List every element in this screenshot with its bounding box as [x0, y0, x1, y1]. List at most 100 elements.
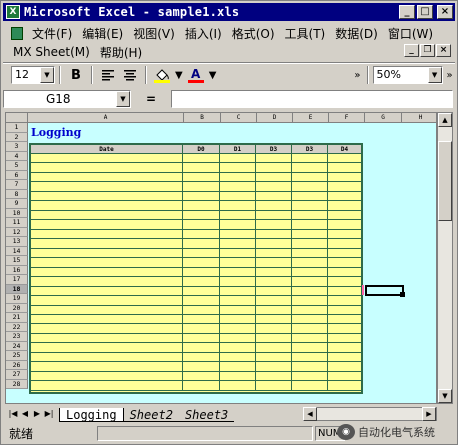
font-color-button[interactable]: A [185, 65, 207, 85]
table-cell[interactable] [220, 191, 256, 201]
table-cell[interactable] [328, 173, 361, 181]
table-cell[interactable] [328, 201, 361, 209]
column-header[interactable]: B [184, 113, 221, 123]
scroll-left-button[interactable]: ◀ [303, 407, 317, 421]
table-cell[interactable] [256, 362, 292, 371]
table-cell[interactable] [292, 229, 328, 239]
name-box[interactable]: G18 ▼ [3, 90, 131, 108]
table-cell[interactable] [220, 258, 256, 267]
table-cell[interactable] [220, 248, 256, 258]
table-cell[interactable] [256, 371, 292, 381]
prev-sheet-button[interactable]: ◀ [19, 407, 31, 421]
chevron-down-icon[interactable]: ▼ [427, 67, 442, 83]
zoom-select[interactable]: 50% ▼ [372, 66, 443, 84]
table-cell[interactable] [292, 314, 328, 324]
table-cell[interactable] [183, 229, 220, 239]
table-cell[interactable] [183, 172, 220, 182]
menu-data[interactable]: 数据(D) [330, 25, 383, 42]
table-cell[interactable] [183, 277, 220, 286]
table-cell[interactable] [183, 352, 220, 362]
menu-insert[interactable]: 插入(I) [180, 25, 227, 42]
table-cell[interactable] [31, 220, 183, 229]
chevron-down-icon[interactable]: ▼ [40, 67, 54, 83]
table-cell[interactable] [220, 343, 256, 352]
table-cell[interactable] [220, 201, 256, 210]
table-cell[interactable] [31, 201, 183, 210]
table-cell[interactable] [183, 286, 220, 296]
table-cell[interactable] [220, 210, 256, 220]
table-cell[interactable] [328, 306, 361, 314]
table-cell[interactable] [220, 220, 256, 229]
table-cell[interactable] [292, 371, 328, 381]
menu-tools[interactable]: 工具(T) [280, 25, 331, 42]
table-cell[interactable] [31, 296, 183, 305]
row-header[interactable]: 8 [6, 189, 28, 199]
tab-sheet3[interactable]: Sheet3 [178, 408, 235, 422]
column-header[interactable]: F [329, 113, 365, 123]
row-header[interactable]: 19 [6, 294, 28, 304]
table-cell[interactable] [183, 314, 220, 324]
table-cell[interactable] [292, 296, 328, 305]
table-cell[interactable] [183, 154, 220, 163]
table-cell[interactable] [220, 182, 256, 191]
table-cell[interactable] [31, 210, 183, 220]
table-cell[interactable] [328, 220, 361, 228]
table-cell[interactable] [220, 305, 256, 314]
table-cell[interactable] [31, 229, 183, 239]
table-cell[interactable] [31, 305, 183, 314]
title-bar[interactable]: X Microsoft Excel - sample1.xls _ □ × [3, 3, 455, 21]
table-cell[interactable] [328, 211, 361, 219]
chevron-down-icon[interactable]: ▼ [175, 70, 183, 81]
table-cell[interactable] [292, 333, 328, 343]
table-cell[interactable] [183, 267, 220, 277]
table-cell[interactable] [256, 352, 292, 362]
table-cell[interactable] [31, 191, 183, 201]
table-cell[interactable] [31, 277, 183, 286]
row-header[interactable]: 10 [6, 208, 28, 218]
row-header[interactable]: 7 [6, 180, 28, 190]
table-cell[interactable] [31, 362, 183, 371]
table-cell[interactable] [256, 239, 292, 248]
table-cell[interactable] [256, 258, 292, 267]
table-cell[interactable] [31, 258, 183, 267]
menu-mx-sheet[interactable]: MX Sheet(M) [3, 45, 95, 59]
table-cell[interactable] [256, 343, 292, 352]
table-cell[interactable] [220, 239, 256, 248]
row-header[interactable]: 11 [6, 218, 28, 228]
workbook-icon[interactable] [11, 26, 23, 40]
table-cell[interactable] [292, 191, 328, 201]
table-header-cell[interactable]: D4 [328, 145, 361, 153]
next-sheet-button[interactable]: ▶ [31, 407, 43, 421]
table-cell[interactable] [328, 287, 361, 295]
toolbar-overflow-icon[interactable]: » [354, 70, 360, 81]
row-header[interactable]: 24 [6, 341, 28, 351]
table-cell[interactable] [328, 163, 361, 171]
table-cell[interactable] [256, 220, 292, 229]
table-cell[interactable] [183, 305, 220, 314]
table-cell[interactable] [292, 258, 328, 267]
bold-button[interactable]: B [65, 65, 87, 85]
table-header-cell[interactable]: D3 [292, 145, 328, 153]
table-header-cell[interactable]: D1 [220, 145, 256, 153]
scroll-up-button[interactable]: ▲ [438, 113, 452, 127]
table-cell[interactable] [292, 324, 328, 333]
table-cell[interactable] [183, 248, 220, 258]
table-cell[interactable] [256, 191, 292, 201]
table-cell[interactable] [292, 277, 328, 286]
row-header[interactable]: 22 [6, 322, 28, 332]
table-cell[interactable] [292, 239, 328, 248]
table-cell[interactable] [328, 296, 361, 304]
table-cell[interactable] [292, 286, 328, 296]
last-sheet-button[interactable]: ▶| [43, 407, 55, 421]
table-cell[interactable] [220, 286, 256, 296]
row-header[interactable]: 18 [6, 284, 28, 294]
maximize-button[interactable]: □ [417, 5, 433, 19]
table-cell[interactable] [183, 239, 220, 248]
table-cell[interactable] [220, 172, 256, 182]
table-cell[interactable] [256, 163, 292, 172]
table-cell[interactable] [256, 333, 292, 343]
menu-view[interactable]: 视图(V) [128, 25, 180, 42]
column-header[interactable]: H [402, 113, 436, 123]
tab-logging[interactable]: Logging [59, 407, 124, 422]
fill-handle[interactable] [400, 292, 405, 297]
